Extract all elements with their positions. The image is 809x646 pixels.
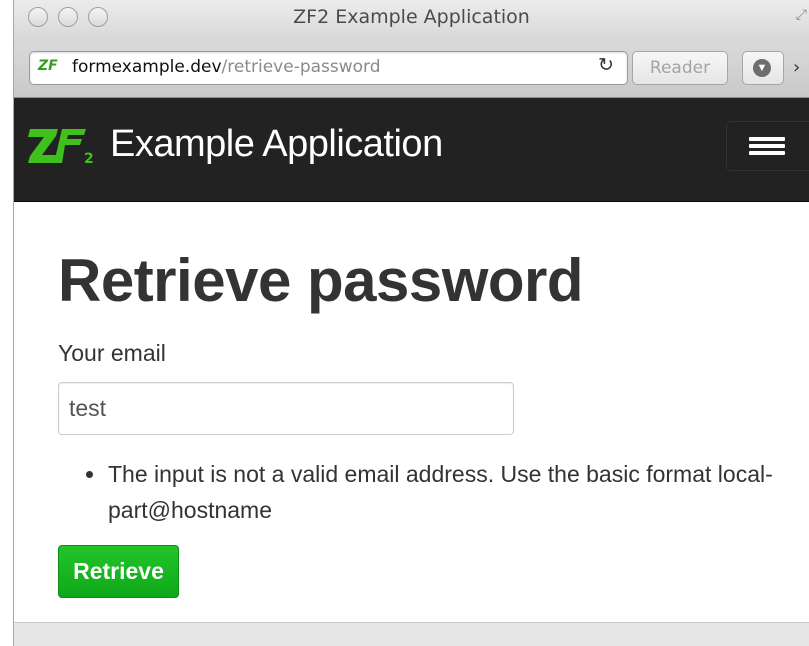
address-bar[interactable]: ZF formexample.dev/retrieve-password ↻: [29, 51, 628, 85]
retrieve-button[interactable]: Retrieve: [58, 545, 179, 598]
url-text[interactable]: formexample.dev/retrieve-password: [72, 57, 381, 77]
download-icon: ▼: [753, 59, 771, 77]
downloads-button[interactable]: ▼: [742, 51, 784, 85]
hamburger-icon: [749, 137, 785, 141]
chevron-right-icon[interactable]: ›: [793, 57, 800, 78]
page-title: Retrieve password: [58, 247, 584, 314]
hamburger-icon: [749, 151, 785, 155]
fullscreen-icon[interactable]: ⤢: [796, 6, 807, 23]
email-input[interactable]: [58, 382, 514, 435]
reload-icon[interactable]: ↻: [598, 54, 614, 77]
main-content: Retrieve password Your email The input i…: [14, 202, 809, 622]
menu-toggle-button[interactable]: [726, 121, 809, 171]
status-bar: [14, 622, 809, 646]
error-text: The input is not a valid email address. …: [108, 461, 773, 523]
browser-toolbar: ZF formexample.dev/retrieve-password ↻ R…: [14, 44, 809, 98]
email-label: Your email: [58, 340, 166, 366]
url-path: /retrieve-password: [221, 57, 381, 77]
navbar: 2 Example Application: [14, 98, 809, 202]
reader-button[interactable]: Reader: [632, 51, 728, 85]
site-favicon-icon: ZF: [38, 58, 58, 74]
hamburger-icon: [749, 144, 785, 148]
window-title: ZF2 Example Application: [293, 6, 530, 28]
bullet-icon: [86, 471, 93, 478]
title-bar: ZF2 Example Application ⤢: [14, 0, 809, 44]
error-message: The input is not a valid email address. …: [78, 456, 778, 528]
zf2-logo-icon[interactable]: 2: [28, 125, 100, 174]
svg-text:2: 2: [84, 151, 94, 167]
brand-name[interactable]: Example Application: [110, 123, 443, 166]
browser-window: ZF2 Example Application ⤢ ZF formexample…: [14, 0, 809, 646]
error-list: The input is not a valid email address. …: [78, 456, 778, 528]
url-domain: formexample.dev: [72, 57, 222, 77]
